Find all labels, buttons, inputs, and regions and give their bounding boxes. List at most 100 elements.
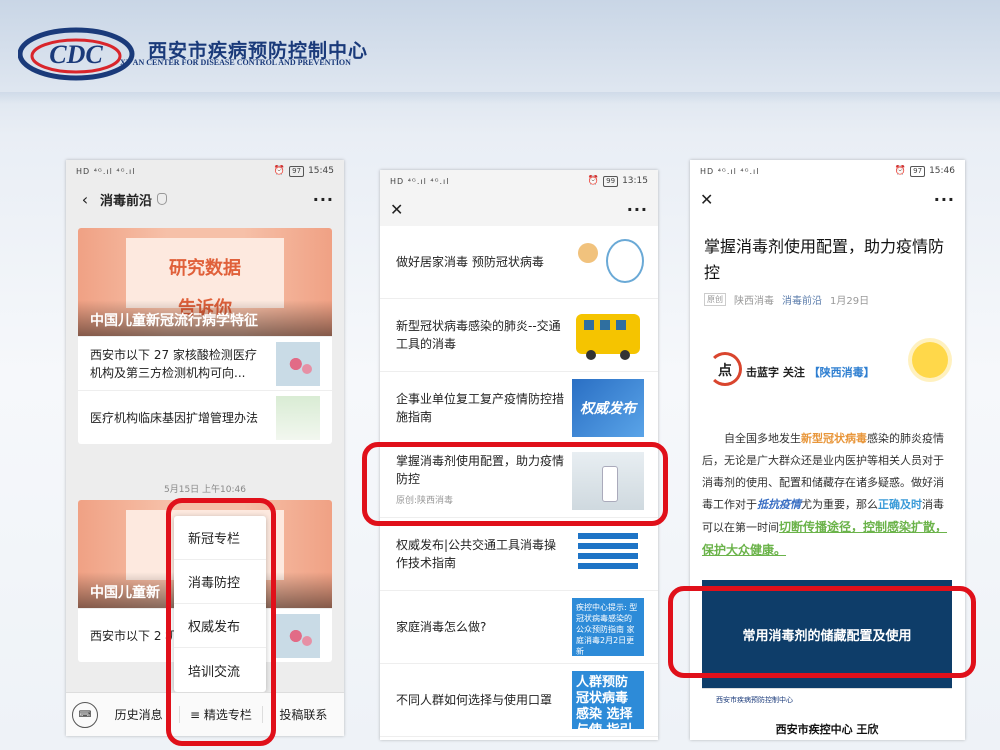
follow-prompt: 点 击蓝字 关注 【陕西消毒】 xyxy=(708,342,948,408)
clock: 15:46 xyxy=(929,166,955,176)
phone-screenshot-account-home: HD ⁴ᴳ.ıl ⁴ᴳ.ıl ⏰ 97 15:45 ‹ 消毒前沿 ··· 研究数… xyxy=(66,160,344,736)
hero-text-panel: 研究数据 告诉你 xyxy=(126,238,284,319)
article-list: 做好居家消毒 预防冠状病毒 新型冠状病毒感染的肺炎--交通工具的消毒 企事业单位… xyxy=(380,226,658,737)
article-date: 1月29日 xyxy=(830,296,870,307)
virus-thumbnail xyxy=(276,341,320,386)
official-release-thumbnail: 权威发布 xyxy=(572,379,644,437)
menu-submit-contact[interactable]: 投稿联系 xyxy=(263,706,344,723)
list-item-highlighted[interactable]: 掌握消毒剂使用配置，助力疫情防控 原创:陕西消毒 xyxy=(380,445,658,518)
para-text: 自全国多地发生 xyxy=(724,432,801,445)
more-options-icon[interactable]: ··· xyxy=(313,190,334,209)
more-options-icon[interactable]: ··· xyxy=(627,200,648,219)
virus-thumbnail xyxy=(276,613,320,658)
signal-indicator: HD ⁴ᴳ.ıl ⁴ᴳ.ıl xyxy=(700,166,760,176)
close-icon[interactable]: ✕ xyxy=(700,190,713,209)
close-icon[interactable]: ✕ xyxy=(390,200,403,219)
text-thumbnail xyxy=(572,525,644,583)
nav-bar: ✕ ··· xyxy=(690,182,965,216)
list-item[interactable]: 不同人群如何选择与使用口罩 人群预防 冠状病毒感染 选择与使 指引 xyxy=(380,664,658,737)
submenu-item-covid-column[interactable]: 新冠专栏 xyxy=(174,516,266,560)
list-item-title: 家庭消毒怎么做? xyxy=(396,620,487,634)
article-author-panel: 西安市疾病预防控制中心 西安市疾控中心 王欣 xyxy=(702,688,952,740)
nav-bar: ‹ 消毒前沿 ··· xyxy=(66,182,344,216)
article-banner: 常用消毒剂的储藏配置及使用 xyxy=(702,580,952,688)
hero-caption: 中国儿童新冠流行病学特征 xyxy=(78,300,332,336)
status-bar: HD ⁴ᴳ.ıl ⁴ᴳ.ıl ⏰ 97 15:46 xyxy=(690,160,965,182)
list-item-title: 不同人群如何选择与使用口罩 xyxy=(396,693,553,707)
alarm-icon: ⏰ xyxy=(273,166,286,176)
original-tag: 原创 xyxy=(704,293,726,306)
list-item-title: 权威发布|公共交通工具消毒操作技术指南 xyxy=(396,538,557,570)
signal-indicator: HD ⁴ᴳ.ıl ⁴ᴳ.ıl xyxy=(76,166,136,176)
clock: 13:15 xyxy=(622,176,648,186)
para-highlight: 新型冠状病毒 xyxy=(801,432,867,445)
account-bottom-menu: ⌨ 历史消息 ≡ 精选专栏 投稿联系 xyxy=(66,692,344,736)
list-item[interactable]: 西安市以下 27 家核酸检测医疗机构及第三方检测机构可向... xyxy=(78,336,332,390)
keyboard-icon[interactable]: ⌨ xyxy=(72,701,98,728)
card-hero-image[interactable]: 研究数据 告诉你 中国儿童新冠流行病学特征 xyxy=(78,228,332,336)
org-name-en: XI' AN CENTER FOR DISEASE CONTROL AND PR… xyxy=(120,58,351,67)
battery-indicator: 99 xyxy=(603,175,619,187)
article-meta: 原创 陕西消毒 消毒前沿 1月29日 xyxy=(704,292,869,307)
article-paragraph: 自全国多地发生新型冠状病毒感染的肺炎疫情后，无论是广大群众还是业内医护等相关人员… xyxy=(702,428,952,562)
list-item-title: 新型冠状病毒感染的肺炎--交通工具的消毒 xyxy=(396,319,561,351)
clock: 15:45 xyxy=(308,166,334,176)
slide-header: CDC 西安市疾病预防控制中心 XI' AN CENTER FOR DISEAS… xyxy=(0,0,1000,110)
list-item[interactable]: 权威发布|公共交通工具消毒操作技术指南 xyxy=(380,518,658,591)
header-divider xyxy=(0,92,1000,104)
list-item-title-text: 掌握消毒剂使用配置，助力疫情防控 xyxy=(396,454,565,486)
menu-history[interactable]: 历史消息 xyxy=(98,706,179,723)
bottle-thumbnail xyxy=(572,452,644,510)
list-item-title: 医疗机构临床基因扩增管理办法 xyxy=(90,410,259,425)
follow-text: 击蓝字 关注 【陕西消毒】 xyxy=(746,364,896,382)
account-link[interactable]: 消毒前沿 xyxy=(782,292,822,307)
notice-thumbnail: 疾控中心提示: 型冠状病毒感染的 公众预防指南 家庭消毒2月2日更新 xyxy=(572,598,644,656)
phone-screenshot-article: HD ⁴ᴳ.ıl ⁴ᴳ.ıl ⏰ 97 15:46 ✕ ··· 掌握消毒剂使用配… xyxy=(690,160,965,740)
list-item[interactable]: 做好居家消毒 预防冠状病毒 xyxy=(380,226,658,299)
cdc-logo-icon: CDC xyxy=(18,27,135,81)
column-submenu: 新冠专栏 消毒防控 权威发布 培训交流 xyxy=(174,516,266,692)
list-item-title: 西安市以下 27 家核酸检测医疗机构及第三方检测机构可向... xyxy=(90,347,257,380)
submenu-item-official-release[interactable]: 权威发布 xyxy=(174,604,266,648)
submenu-item-disinfection[interactable]: 消毒防控 xyxy=(174,560,266,604)
follow-dot-char: 点 xyxy=(718,363,732,379)
nav-bar: ✕ ··· xyxy=(380,192,658,226)
phone-screenshot-column-list: HD ⁴ᴳ.ıl ⁴ᴳ.ıl ⏰ 99 13:15 ✕ ··· 做好居家消毒 预… xyxy=(380,170,658,740)
list-item-source: 原创:陕西消毒 xyxy=(396,496,454,506)
list-item-title: 掌握消毒剂使用配置，助力疫情防控 原创:陕西消毒 xyxy=(396,452,564,510)
status-bar: HD ⁴ᴳ.ıl ⁴ᴳ.ıl ⏰ 97 15:45 xyxy=(66,160,344,182)
battery-indicator: 97 xyxy=(910,165,926,177)
list-item[interactable]: 企事业单位复工复产疫情防控措施指南 权威发布 xyxy=(380,372,658,445)
list-item[interactable]: 家庭消毒怎么做? 疾控中心提示: 型冠状病毒感染的 公众预防指南 家庭消毒2月2… xyxy=(380,591,658,664)
list-item-title: 做好居家消毒 预防冠状病毒 xyxy=(396,255,544,269)
back-arrow-icon[interactable]: ‹ xyxy=(76,190,94,209)
battery-indicator: 97 xyxy=(289,165,305,177)
alarm-icon: ⏰ xyxy=(587,176,600,186)
verified-badge-icon xyxy=(157,193,168,205)
mini-cdc-logo: 西安市疾病预防控制中心 xyxy=(716,696,793,704)
article-author: 陕西消毒 xyxy=(734,296,774,307)
sun-icon xyxy=(912,342,948,378)
hero-line-1: 研究数据 xyxy=(169,258,241,279)
page-title: 消毒前沿 xyxy=(100,193,153,209)
para-highlight: 正确及时 xyxy=(878,498,922,511)
list-item[interactable]: 医疗机构临床基因扩增管理办法 xyxy=(78,390,332,444)
document-thumbnail xyxy=(276,395,320,440)
para-text: 尤为重要，那么 xyxy=(801,498,878,511)
svg-text:CDC: CDC xyxy=(49,40,103,69)
cartoon-thumbnail xyxy=(572,233,644,291)
more-options-icon[interactable]: ··· xyxy=(934,190,955,209)
article-card[interactable]: 研究数据 告诉你 中国儿童新冠流行病学特征 西安市以下 27 家核酸检测医疗机构… xyxy=(78,228,332,444)
article-title: 掌握消毒剂使用配置，助力疫情防控 xyxy=(704,237,945,282)
mask-guide-thumbnail: 人群预防 冠状病毒感染 选择与使 指引 xyxy=(572,671,644,729)
alarm-icon: ⏰ xyxy=(894,166,907,176)
article-byline: 西安市疾控中心 王欣 xyxy=(775,723,879,736)
menu-selected-columns[interactable]: ≡ 精选专栏 xyxy=(179,706,263,723)
para-highlight: 抵抗疫情 xyxy=(757,498,801,511)
list-item-title: 企事业单位复工复产疫情防控措施指南 xyxy=(396,392,565,424)
submenu-item-training[interactable]: 培训交流 xyxy=(174,648,266,692)
follow-text-label: 击蓝字 关注 xyxy=(746,366,805,379)
follow-account-link[interactable]: 【陕西消毒】 xyxy=(809,366,875,379)
signal-indicator: HD ⁴ᴳ.ıl ⁴ᴳ.ıl xyxy=(390,176,450,186)
list-item[interactable]: 新型冠状病毒感染的肺炎--交通工具的消毒 xyxy=(380,299,658,372)
